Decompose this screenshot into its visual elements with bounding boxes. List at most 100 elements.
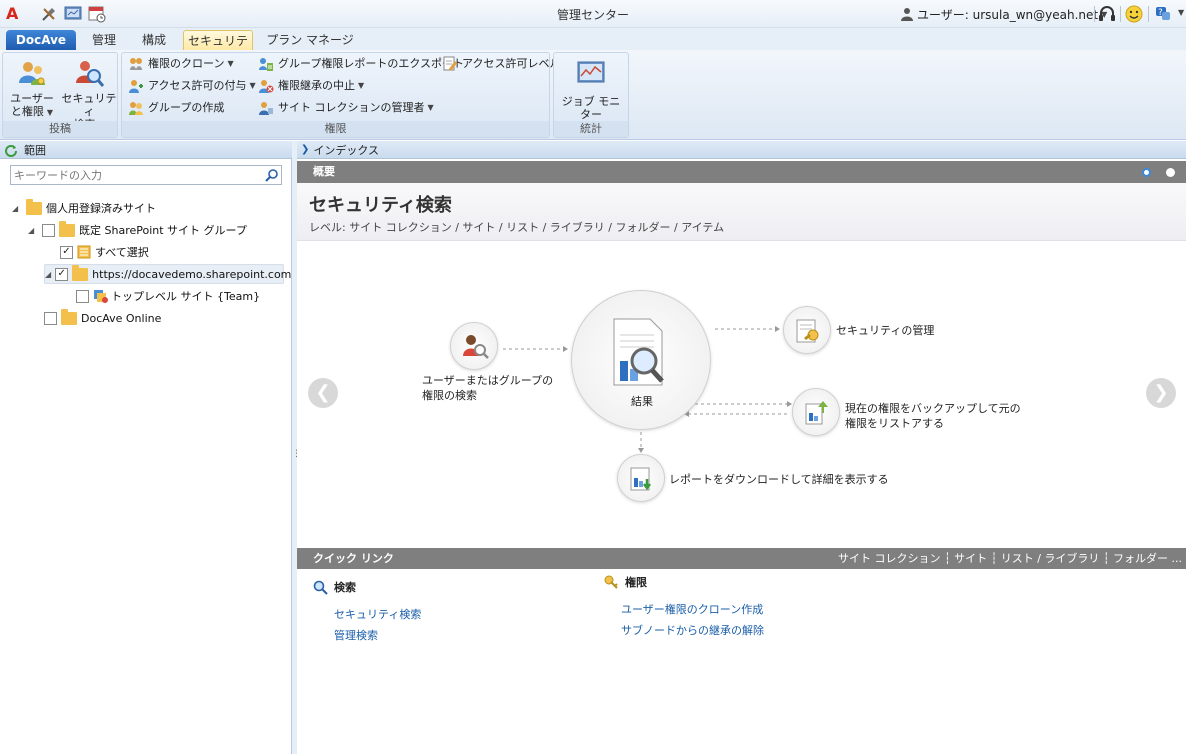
ribbon-group-label: 統計	[554, 121, 628, 137]
tab-manage[interactable]: 管理	[84, 30, 124, 50]
security-search-icon	[76, 61, 105, 87]
result-report-icon	[613, 318, 664, 386]
ribbon-group-post: ユーザー と権限▼ セキュリティ 検索▼ 投稿	[2, 52, 118, 138]
grant-permissions-button[interactable]: アクセス許可の付与 ▼	[128, 77, 256, 95]
stop-inheritance-label: 権限継承の中止	[278, 79, 355, 92]
users-and-permissions-button[interactable]: ユーザー と権限 ▼	[7, 57, 57, 119]
checkbox[interactable]	[76, 289, 89, 303]
backup-restore-label-line: 権限をリストアする	[845, 417, 944, 430]
checkbox[interactable]	[44, 311, 57, 325]
break-inheritance-link[interactable]: サブノードからの継承の解除	[621, 622, 764, 638]
create-group-button[interactable]: グループの作成	[128, 99, 224, 117]
site-collection-admin-label: サイト コレクションの管理者	[278, 101, 425, 114]
users-permissions-label-2: と権限	[10, 105, 44, 118]
user-icon	[901, 8, 913, 21]
clone-user-permissions-link[interactable]: ユーザー権限のクローン作成	[621, 601, 763, 617]
tree-node-docave-online[interactable]: DocAve Online	[44, 308, 161, 328]
chevron-right-icon: ❯	[301, 144, 310, 155]
tree-node-site-collection[interactable]: ◢ ✓ https://docavedemo.sharepoint.com	[44, 264, 291, 284]
tree-expand-icon[interactable]: ◢	[28, 226, 38, 235]
download-report-node[interactable]	[617, 454, 665, 502]
create-group-icon	[129, 102, 143, 115]
scope-title: 範囲	[24, 143, 46, 157]
tree-node-site-group[interactable]: ◢ 既定 SharePoint サイト グループ	[28, 220, 247, 240]
tree-expand-icon[interactable]: ◢	[12, 204, 22, 213]
ribbon-group-label: 投稿	[3, 121, 117, 137]
carousel-dot[interactable]	[1166, 168, 1175, 177]
tab-configuration[interactable]: 構成	[134, 30, 174, 50]
folder-icon	[61, 308, 77, 325]
checkbox[interactable]	[42, 223, 55, 237]
breadcrumb: ❯ インデックス	[297, 141, 1186, 159]
tab-docave[interactable]: DocAve	[6, 30, 76, 50]
security-search-link[interactable]: セキュリティ検索	[334, 606, 421, 622]
quick-links-search-title: 検索	[334, 581, 356, 594]
search-step-node[interactable]	[450, 322, 498, 370]
tab-security[interactable]: セキュリティ	[183, 30, 253, 68]
registered-sites-icon	[26, 198, 42, 215]
user-menu[interactable]: ユーザー: ursula_wn@yeah.net ▼	[900, 5, 1107, 23]
calendar-icon[interactable]	[88, 5, 106, 23]
quick-links-filters[interactable]: サイト コレクション ┆ サイト ┆ リスト / ライブラリ ┆ フォルダー .…	[838, 548, 1182, 569]
quick-links-permissions-heading: 権限	[604, 574, 647, 590]
management-search-link[interactable]: 管理検索	[334, 627, 378, 643]
site-admin-icon	[259, 102, 273, 115]
checkbox[interactable]: ✓	[60, 245, 73, 259]
carousel-dot-active[interactable]	[1142, 168, 1151, 177]
site-collection-admin-button[interactable]: サイト コレクションの管理者 ▼	[258, 99, 434, 117]
stop-inheritance-button[interactable]: 権限継承の中止 ▼	[258, 77, 364, 95]
create-group-label: グループの作成	[148, 101, 225, 114]
scope-header: 範囲	[0, 141, 292, 159]
tree-node-label: トップレベル サイト {Team}	[111, 290, 261, 303]
tree-node-select-all[interactable]: ✓ すべて選択	[60, 242, 149, 262]
export-group-report-label: グループ権限レポートのエクスポート	[278, 57, 465, 70]
clone-permissions-label: 権限のクローン	[148, 57, 225, 70]
headset-icon[interactable]	[1097, 4, 1117, 24]
avepoint-logo-icon[interactable]: A	[6, 5, 24, 23]
access-level-button[interactable]: アクセス許可レベル	[442, 55, 560, 73]
monitor-icon[interactable]	[64, 5, 82, 23]
workflow-diagram: ❮ ❯ ユーザーまたはグループの 権限の検索 結果 セキュリティの管理 現在の権…	[297, 242, 1186, 548]
overview-header-label: 概要	[313, 165, 335, 178]
clone-permissions-button[interactable]: 権限のクローン ▼	[128, 55, 234, 73]
checkbox[interactable]: ✓	[55, 267, 69, 281]
ribbon-group-statistics: ジョブ モニター 統計	[553, 52, 629, 138]
job-monitor-icon	[577, 61, 605, 83]
quick-links-body: 検索 セキュリティ検索 管理検索 権限 ユーザー権限のクローン作成 サブノードか…	[297, 569, 1186, 754]
search-step-label-line: ユーザーまたはグループの	[422, 374, 554, 387]
level-description: レベル: サイト コレクション / サイト / リスト / ライブラリ / フォ…	[309, 221, 725, 234]
refresh-icon[interactable]	[4, 143, 18, 157]
chevron-down-icon: ▼	[427, 103, 434, 112]
help-icon[interactable]: ?	[1154, 4, 1174, 24]
download-report-icon	[630, 467, 651, 491]
ribbon-group-label: 権限	[122, 121, 549, 137]
search-icon[interactable]	[265, 168, 279, 182]
user-label: ユーザー: ursula_wn@yeah.net	[917, 7, 1099, 22]
title-bar: A 管理センター ユーザー: ursula_wn@yeah.net ▼ ? ▼	[0, 0, 1186, 28]
access-level-icon	[443, 56, 458, 71]
backup-restore-node[interactable]	[792, 388, 840, 436]
divider	[1148, 6, 1149, 22]
tree-node-top-level-site[interactable]: トップレベル サイト {Team}	[76, 286, 260, 306]
search-step-label-line: 権限の検索	[422, 389, 477, 402]
tree-node-root[interactable]: ◢ 個人用登録済みサイト	[12, 198, 156, 218]
result-label: 結果	[631, 395, 653, 408]
manage-security-node[interactable]	[783, 306, 831, 354]
keyword-search-input[interactable]	[14, 167, 254, 183]
tools-icon[interactable]	[40, 5, 58, 23]
export-report-icon	[259, 58, 273, 71]
chevron-down-icon: ▼	[249, 81, 256, 90]
quick-links-search-heading: 検索	[313, 579, 356, 595]
export-group-report-button[interactable]: グループ権限レポートのエクスポート	[258, 55, 464, 73]
tab-plan-manager[interactable]: プラン マネージャー	[262, 30, 358, 67]
job-monitor-button[interactable]: ジョブ モニター	[558, 57, 624, 121]
result-node[interactable]: 結果	[571, 290, 711, 430]
chevron-down-icon[interactable]: ▼	[1178, 8, 1184, 17]
user-search-icon	[463, 335, 489, 359]
breadcrumb-index[interactable]: インデックス	[313, 142, 379, 158]
smiley-icon[interactable]	[1124, 4, 1144, 24]
tree-expand-icon[interactable]: ◢	[45, 270, 51, 279]
search-icon	[313, 580, 328, 595]
page-title: セキュリティ検索	[309, 195, 452, 216]
tree-node-label: DocAve Online	[81, 311, 162, 325]
